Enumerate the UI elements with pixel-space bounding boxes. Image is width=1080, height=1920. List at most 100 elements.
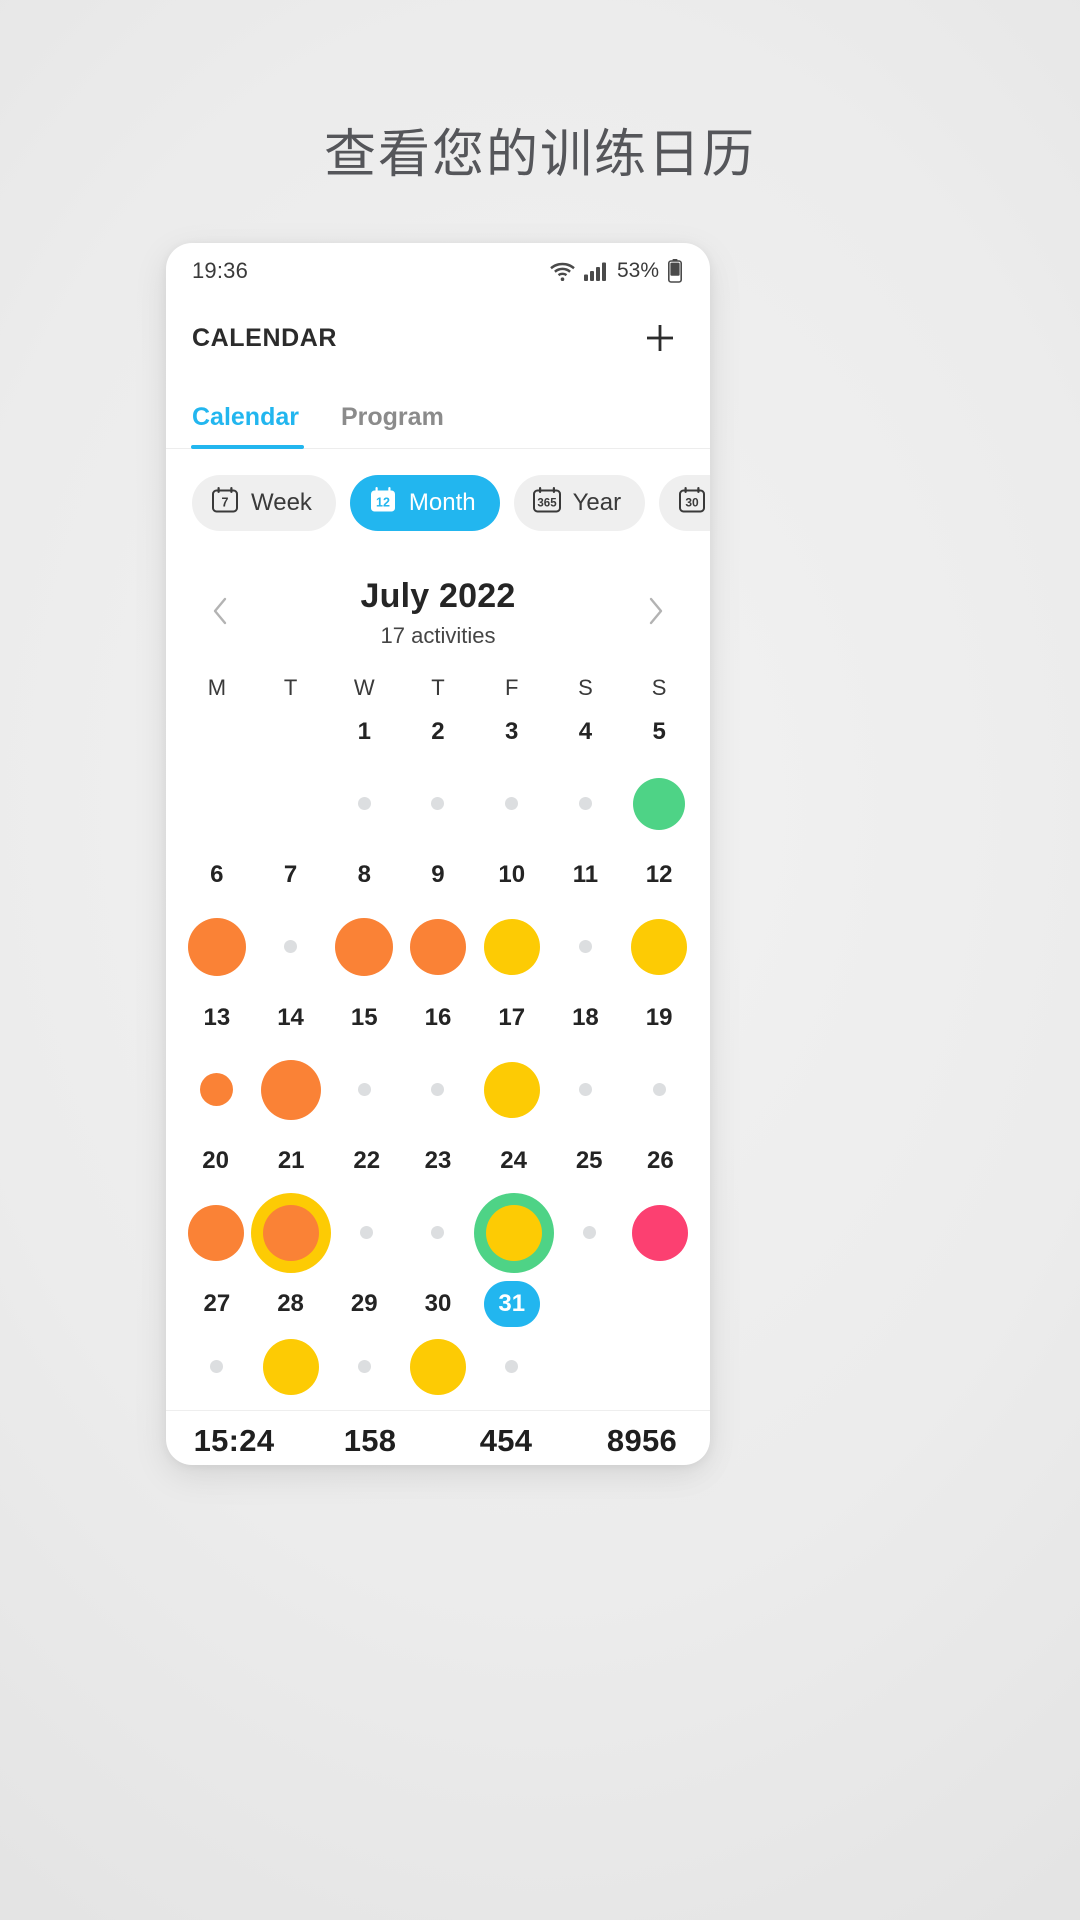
activity-marker xyxy=(409,918,466,975)
calendar-day-cell[interactable]: 5 xyxy=(622,709,696,852)
chevron-left-icon xyxy=(211,596,229,631)
chip-week[interactable]: 7 Week xyxy=(192,475,336,531)
calendar-day-number: 11 xyxy=(572,861,599,888)
calendar-day-marker-slot xyxy=(187,1184,244,1281)
calendar-day-number: 27 xyxy=(203,1290,231,1317)
calendar-day-marker-slot xyxy=(632,1184,689,1281)
stat-elevation: 454 xyxy=(479,1423,533,1458)
calendar-day-cell[interactable]: 11 xyxy=(549,852,623,995)
calendar-day-cell[interactable]: 1 xyxy=(327,709,401,852)
calendar-day-cell[interactable]: 20 xyxy=(180,1138,251,1281)
calendar-day-marker-slot xyxy=(431,1184,445,1281)
monthly-stats-row: 15:24 158 454 8956 xyxy=(166,1410,710,1465)
calendar-day-cell[interactable]: 7 xyxy=(254,852,328,995)
activity-marker xyxy=(262,1338,319,1395)
month-label-group: July 2022 17 activities xyxy=(240,577,636,649)
previous-month-button[interactable] xyxy=(200,588,240,638)
calendar-day-number: 6 xyxy=(210,861,224,888)
calendar-7-icon: 7 xyxy=(210,485,240,522)
calendar-day-number: 7 xyxy=(283,861,298,888)
no-activity-dot xyxy=(505,797,519,810)
calendar-day-cell[interactable]: 18 xyxy=(549,995,623,1138)
calendar-day-cell[interactable]: 3 xyxy=(475,709,549,852)
calendar-day-number: 22 xyxy=(353,1147,381,1174)
chip-last-30[interactable]: 30 Last 30 xyxy=(659,475,710,531)
calendar-day-cell[interactable]: 28 xyxy=(254,1281,328,1406)
tab-program[interactable]: Program xyxy=(341,403,444,448)
calendar-day-marker-slot xyxy=(578,898,592,995)
chip-month[interactable]: 12 Month xyxy=(349,475,500,531)
calendar-day-marker-slot xyxy=(357,1041,371,1138)
calendar-week-row: 13 14 15 16 17 18 19 xyxy=(180,995,696,1138)
calendar-day-cell[interactable]: 6 xyxy=(180,852,254,995)
svg-text:30: 30 xyxy=(685,495,699,509)
calendar-day-cell[interactable]: 29 xyxy=(327,1281,401,1406)
calendar-day-marker-slot xyxy=(200,1041,234,1138)
no-activity-dot xyxy=(578,797,592,810)
calendar-day-cell[interactable]: 4 xyxy=(549,709,623,852)
calendar-day-number: 13 xyxy=(203,1004,231,1031)
tab-calendar[interactable]: Calendar xyxy=(191,403,304,449)
activity-marker-inner xyxy=(263,1204,320,1261)
activity-marker xyxy=(335,917,394,976)
calendar-day-number: 4 xyxy=(578,718,593,745)
chip-year-label: Year xyxy=(572,489,622,516)
calendar-day-cell[interactable]: 2 xyxy=(401,709,475,852)
calendar-day-number: 25 xyxy=(575,1147,603,1174)
phone-mockup: 19:36 53% CALENDAR Calendar Program 7 We… xyxy=(166,243,710,1465)
calendar-empty-cell xyxy=(549,1281,623,1406)
calendar-day-cell[interactable]: 19 xyxy=(622,995,696,1138)
no-activity-dot xyxy=(652,1083,666,1096)
chip-year[interactable]: 365 Year xyxy=(513,475,646,531)
calendar-day-cell[interactable]: 15 xyxy=(327,995,401,1138)
calendar-day-cell[interactable]: 24 xyxy=(473,1138,554,1281)
calendar-day-marker-slot xyxy=(652,1041,666,1138)
svg-text:365: 365 xyxy=(537,497,557,509)
calendar-day-cell[interactable]: 8 xyxy=(327,852,401,995)
stat-distance: 158 xyxy=(343,1423,397,1458)
month-title: July 2022 xyxy=(360,577,516,615)
month-navigation: July 2022 17 activities xyxy=(166,555,710,649)
calendar-day-cell[interactable]: 22 xyxy=(331,1138,402,1281)
no-activity-dot xyxy=(357,797,371,810)
calendar-day-cell[interactable]: 13 xyxy=(180,995,254,1138)
calendar-day-number: 17 xyxy=(498,1004,526,1031)
no-activity-dot xyxy=(578,940,592,953)
calendar-day-cell[interactable]: 12 xyxy=(622,852,696,995)
app-bar-title: CALENDAR xyxy=(192,323,338,352)
calendar-day-cell[interactable]: 30 xyxy=(401,1281,475,1406)
calendar-day-marker-slot xyxy=(335,898,394,995)
calendar-day-number: 5 xyxy=(652,718,666,745)
calendar-day-cell[interactable]: 23 xyxy=(402,1138,473,1281)
calendar-day-marker-slot xyxy=(505,1327,519,1406)
calendar-day-marker-slot xyxy=(210,1327,224,1406)
calendar-day-marker-slot xyxy=(357,755,371,852)
calendar-day-number: 29 xyxy=(350,1290,378,1317)
weekday-header: T xyxy=(431,675,445,700)
calendar-empty-cell xyxy=(622,1281,696,1406)
calendar-day-cell[interactable]: 25 xyxy=(554,1138,625,1281)
calendar-day-cell[interactable]: 10 xyxy=(475,852,549,995)
calendar-day-marker-slot xyxy=(578,1041,592,1138)
calendar-day-cell[interactable]: 17 xyxy=(475,995,549,1138)
weekday-header: S xyxy=(651,675,667,700)
weekday-header: S xyxy=(578,675,593,700)
calendar-day-cell[interactable]: 16 xyxy=(401,995,475,1138)
calendar-day-marker-slot xyxy=(578,755,592,852)
calendar-day-cell[interactable]: 21 xyxy=(251,1138,332,1281)
calendar-day-marker-slot xyxy=(431,1041,445,1138)
calendar-day-cell[interactable]: 14 xyxy=(254,995,328,1138)
calendar-day-cell[interactable]: 26 xyxy=(625,1138,696,1281)
no-activity-dot xyxy=(582,1226,596,1239)
calendar-30-icon: 30 xyxy=(677,485,707,522)
calendar-day-cell[interactable]: 9 xyxy=(401,852,475,995)
add-activity-button[interactable] xyxy=(638,316,682,360)
calendar-day-marker-slot xyxy=(357,1327,371,1406)
activity-marker xyxy=(260,1059,321,1120)
calendar-day-cell[interactable]: 27 xyxy=(180,1281,254,1406)
next-month-button[interactable] xyxy=(636,588,676,638)
chevron-right-icon xyxy=(647,596,665,631)
calendar-day-number: 21 xyxy=(277,1147,305,1174)
battery-percent-label: 53% xyxy=(616,259,659,282)
calendar-day-cell[interactable]: 31 xyxy=(475,1281,549,1406)
